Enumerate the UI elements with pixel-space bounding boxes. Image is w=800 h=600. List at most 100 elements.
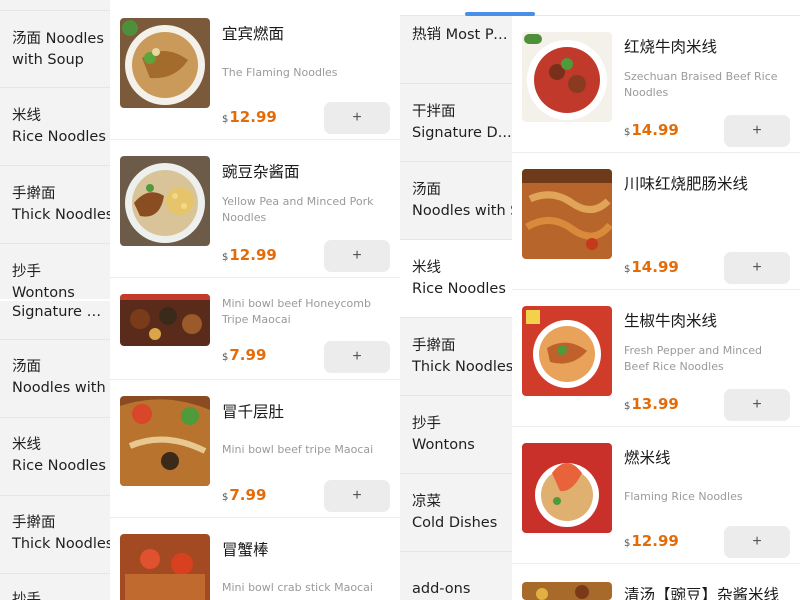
price-value: 13.99 xyxy=(631,395,679,413)
category-sidebar-lower: Signature D... 汤面 Noodles with Soup 米线 R… xyxy=(0,300,110,600)
dish-description: Mini bowl beef tripe Maocai xyxy=(222,443,374,456)
dish-photo-flaming-rice-noodles xyxy=(522,443,612,533)
add-to-cart-button[interactable]: + xyxy=(324,341,390,373)
add-to-cart-button[interactable]: + xyxy=(324,102,390,134)
sidebar-item-label-zh: 抄手 xyxy=(12,592,41,600)
sidebar-item-rice-noodles[interactable]: 米线 Rice Noodles xyxy=(0,88,110,166)
add-to-cart-button[interactable]: + xyxy=(324,240,390,272)
right-menu-panel: 热销 Most Popular 干拌面 Signature D... 汤面 No… xyxy=(400,0,800,600)
sidebar-item-thick-noodles[interactable]: 手擀面 Thick Noodles xyxy=(400,318,512,396)
dish-photo-beef-tripe xyxy=(120,396,210,486)
menu-item-card[interactable]: 红烧牛肉米线 Szechuan Braised Beef Rice Noodle… xyxy=(512,16,800,153)
currency-symbol: $ xyxy=(222,492,229,503)
dish-photo-pea-pork-rice-noodles xyxy=(522,582,612,600)
dish-name: 豌豆杂酱面 xyxy=(222,163,300,181)
sidebar-item-label-zh: 米线 xyxy=(12,437,41,453)
dish-description: Szechuan Braised Beef Rice Noodles xyxy=(624,70,778,99)
currency-symbol: $ xyxy=(624,401,631,412)
menu-list: 红烧牛肉米线 Szechuan Braised Beef Rice Noodle… xyxy=(512,16,800,600)
sidebar-item-label-zh: 汤面 xyxy=(12,31,41,47)
menu-list: 宜宾燃面 The Flaming Noodles $12.99 + 豌豆杂酱面 … xyxy=(110,0,400,600)
sidebar-item-noodles-with-soup[interactable]: 汤面 Noodles with Soup xyxy=(0,10,110,88)
sidebar-item-label-en: Cold Dishes xyxy=(412,515,498,531)
sidebar-item-label-zh: 米线 xyxy=(12,108,41,124)
add-to-cart-button[interactable]: + xyxy=(724,526,790,558)
sidebar-item-rice-noodles[interactable]: 米线 Rice Noodles xyxy=(0,418,110,496)
price-value: 14.99 xyxy=(631,121,679,139)
sidebar-item-signature[interactable]: 干拌面 Signature D... xyxy=(400,84,512,162)
sidebar-item-signature[interactable]: Signature D... xyxy=(0,300,110,340)
sidebar-item-most-popular[interactable]: 热销 Most Popular xyxy=(400,16,512,84)
menu-item-card[interactable]: 川味红烧肥肠米线 $14.99 + xyxy=(512,153,800,290)
menu-item-card[interactable]: 宜宾燃面 The Flaming Noodles $12.99 + xyxy=(110,2,400,140)
price-value: 7.99 xyxy=(229,346,267,364)
currency-symbol: $ xyxy=(222,352,229,363)
sidebar-item-label-zh: 热销 xyxy=(412,27,441,43)
dish-photo-braised-beef-rice-noodles xyxy=(522,32,612,122)
sidebar-item-label-en: add-ons xyxy=(412,581,471,597)
menu-item-card[interactable]: Mini bowl beef Honeycomb Tripe Maocai $7… xyxy=(110,278,400,380)
dish-description: Flaming Rice Noodles xyxy=(624,490,743,503)
sidebar-item-label-en: Thick Noodles xyxy=(12,207,110,223)
dish-name: 川味红烧肥肠米线 xyxy=(624,175,749,193)
add-to-cart-button[interactable]: + xyxy=(724,115,790,147)
currency-symbol: $ xyxy=(222,114,229,125)
dish-description: Mini bowl crab stick Maocai xyxy=(222,581,373,594)
menu-item-card[interactable]: 豌豆杂酱面 Yellow Pea and Minced Pork Noodles… xyxy=(110,140,400,278)
dish-photo-intestine-rice-noodles xyxy=(522,169,612,259)
sidebar-item-add-ons[interactable]: add-ons xyxy=(400,552,512,600)
category-sidebar: 汤面 Noodles with Soup 米线 Rice Noodles 手擀面… xyxy=(0,0,110,300)
currency-symbol: $ xyxy=(624,127,631,138)
add-to-cart-button[interactable]: + xyxy=(324,480,390,512)
dish-photo-honeycomb-tripe xyxy=(120,294,210,346)
sidebar-item-label-en: Rice Noodles xyxy=(12,458,106,474)
sidebar-item-label-zh: 手擀面 xyxy=(12,515,56,531)
price-value: 12.99 xyxy=(229,108,277,126)
sidebar-item-label-en: Thick Noodles xyxy=(412,359,512,375)
sidebar-item-noodles-with-soup[interactable]: 汤面 Noodles with Soup xyxy=(400,162,512,240)
sidebar-item-noodles-with-soup[interactable]: 汤面 Noodles with Soup xyxy=(0,340,110,418)
price-value: 14.99 xyxy=(631,258,679,276)
left-menu-panel: 汤面 Noodles with Soup 米线 Rice Noodles 手擀面… xyxy=(0,0,400,600)
add-to-cart-button[interactable]: + xyxy=(724,252,790,284)
dish-price: $14.99 xyxy=(624,121,679,139)
dish-description: Yellow Pea and Minced Pork Noodles xyxy=(222,195,374,224)
dish-description: The Flaming Noodles xyxy=(222,66,338,79)
category-sidebar: 热销 Most Popular 干拌面 Signature D... 汤面 No… xyxy=(400,16,512,600)
currency-symbol: $ xyxy=(624,538,631,549)
menu-item-card[interactable]: 冒千层肚 Mini bowl beef tripe Maocai $7.99 + xyxy=(110,380,400,518)
sidebar-item-label-zh: 抄手 xyxy=(412,416,441,432)
dish-price: $13.99 xyxy=(624,395,679,413)
currency-symbol: $ xyxy=(624,264,631,275)
menu-item-card[interactable]: 燃米线 Flaming Rice Noodles $12.99 + xyxy=(512,427,800,564)
price-value: 7.99 xyxy=(229,486,267,504)
add-to-cart-button[interactable]: + xyxy=(724,389,790,421)
sidebar-item-cold-dishes[interactable]: 凉菜 Cold Dishes xyxy=(400,474,512,552)
sidebar-item-label-zh: 手擀面 xyxy=(412,338,456,354)
sidebar-item-wontons[interactable]: 抄手 Wontons xyxy=(400,396,512,474)
sidebar-item-thick-noodles[interactable]: 手擀面 Thick Noodles xyxy=(0,166,110,244)
sidebar-item-rice-noodles[interactable]: 米线 Rice Noodles xyxy=(400,240,512,318)
dish-name: 宜宾燃面 xyxy=(222,25,285,43)
sidebar-item-label-en: Noodles with Soup xyxy=(412,203,512,219)
sidebar-item-wontons[interactable]: 抄手 xyxy=(0,574,110,600)
currency-symbol: $ xyxy=(222,252,229,263)
screen-seam xyxy=(0,299,110,301)
sidebar-item-wontons[interactable]: 抄手 Wontons xyxy=(0,244,110,300)
dish-name: 红烧牛肉米线 xyxy=(624,38,718,56)
menu-item-card[interactable]: 清汤【豌豆】杂酱米线 xyxy=(512,564,800,600)
dish-price: $14.99 xyxy=(624,258,679,276)
dish-price: $12.99 xyxy=(222,246,277,264)
dish-photo-flaming-noodles xyxy=(120,18,210,108)
dish-name: 冒蟹棒 xyxy=(222,541,269,559)
menu-item-card[interactable]: 生椒牛肉米线 Fresh Pepper and Minced Beef Rice… xyxy=(512,290,800,427)
dish-price: $7.99 xyxy=(222,486,266,504)
dish-photo-pea-pork-noodles xyxy=(120,156,210,246)
sidebar-item-thick-noodles[interactable]: 手擀面 Thick Noodles xyxy=(0,496,110,574)
dish-description: Mini bowl beef Honeycomb Tripe Maocai xyxy=(222,297,371,326)
sidebar-item-label-en: Noodles with Soup xyxy=(12,380,110,396)
dish-name: 冒千层肚 xyxy=(222,403,285,421)
menu-item-card[interactable]: 冒蟹棒 Mini bowl crab stick Maocai xyxy=(110,518,400,600)
sidebar-item-label-en: Wontons xyxy=(12,285,75,300)
dish-description: Fresh Pepper and Minced Beef Rice Noodle… xyxy=(624,344,763,373)
